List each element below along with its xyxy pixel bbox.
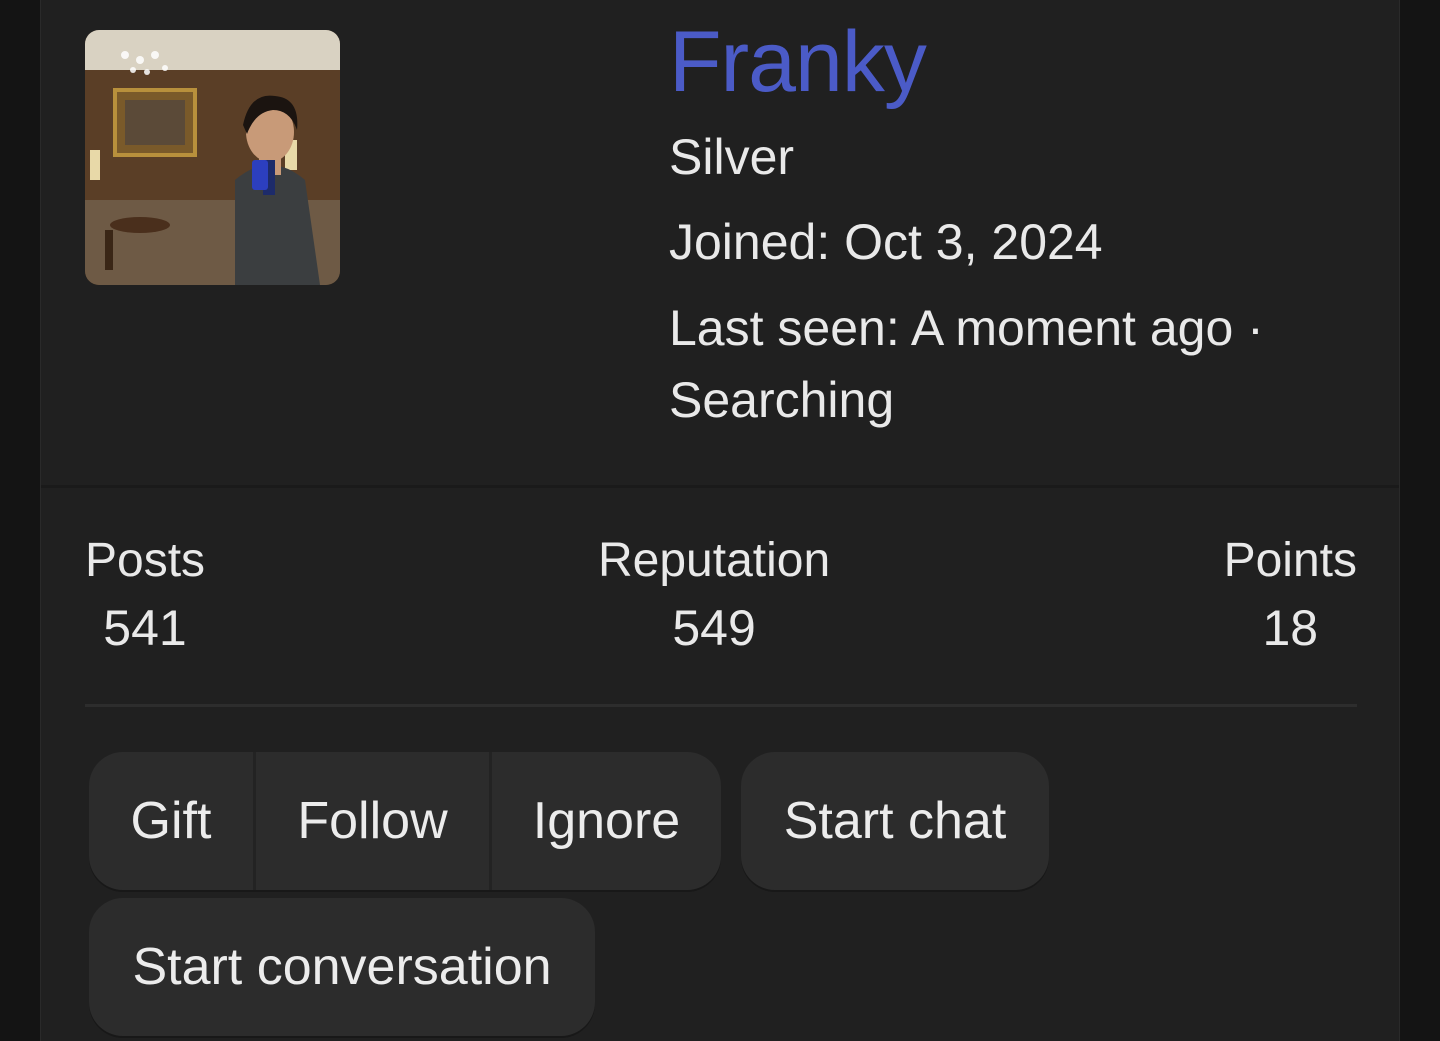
follow-button[interactable]: Follow xyxy=(253,752,489,890)
start-conversation-group: Start conversation xyxy=(89,898,595,1036)
gift-button[interactable]: Gift xyxy=(89,752,253,890)
username[interactable]: Franky xyxy=(669,14,1369,110)
stats-divider xyxy=(85,704,1357,707)
stat-points-value: 18 xyxy=(1262,600,1319,656)
stat-posts-value: 541 xyxy=(103,600,187,656)
avatar-photo xyxy=(85,30,340,285)
ignore-button[interactable]: Ignore xyxy=(489,752,721,890)
start-chat-button[interactable]: Start chat xyxy=(741,752,1049,890)
start-chat-group: Start chat xyxy=(741,752,1049,890)
stat-reputation-label: Reputation xyxy=(598,534,831,587)
stat-posts[interactable]: Posts 541 xyxy=(85,530,205,664)
stats-row: Posts 541 Reputation 549 Points 18 xyxy=(85,530,1357,670)
stat-reputation-value: 549 xyxy=(672,600,756,656)
user-rank: Silver xyxy=(669,129,795,185)
start-conversation-button[interactable]: Start conversation xyxy=(89,898,595,1036)
joined-date: Joined: Oct 3, 2024 xyxy=(669,214,1103,270)
stat-posts-label: Posts xyxy=(85,534,206,587)
action-button-group: Gift Follow Ignore xyxy=(89,752,721,890)
header-divider xyxy=(41,485,1399,488)
last-seen: Last seen: A moment ago · Searching xyxy=(669,300,1264,428)
stat-reputation[interactable]: Reputation 549 xyxy=(598,530,830,664)
avatar[interactable] xyxy=(85,30,340,285)
stat-points[interactable]: Points 18 xyxy=(1224,530,1357,664)
stat-points-label: Points xyxy=(1223,534,1357,587)
profile-card: Franky Silver Joined: Oct 3, 2024 Last s… xyxy=(40,0,1400,1041)
profile-info: Franky Silver Joined: Oct 3, 2024 Last s… xyxy=(669,14,1369,436)
